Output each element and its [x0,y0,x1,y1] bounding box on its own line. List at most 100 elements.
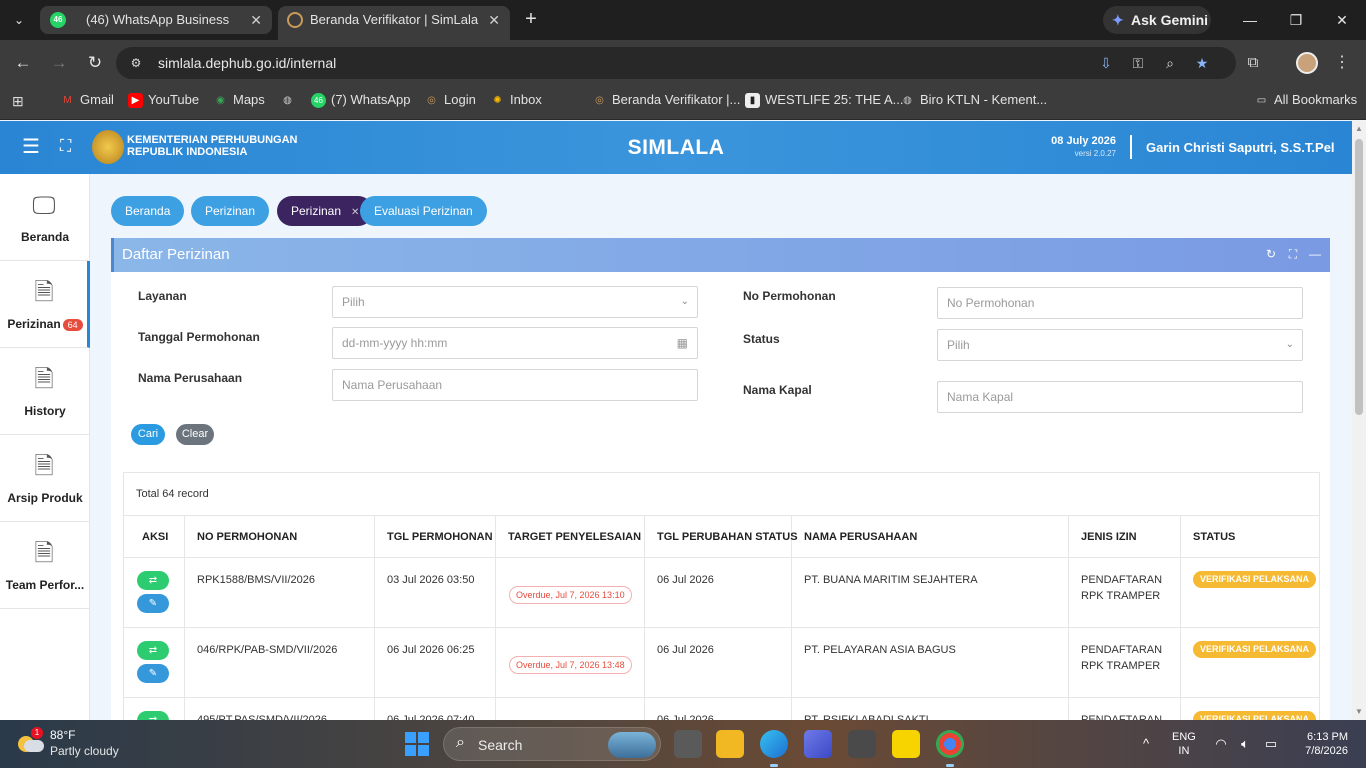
system-clock[interactable]: 6:13 PM 7/8/2026 [1290,730,1348,758]
bookmark-beranda-verifikator[interactable]: ◎ Beranda Verifikator |... [592,86,740,114]
col-tgl-perubahan-status[interactable]: TGL PERUBAHAN STATUS [645,516,798,558]
status-select[interactable]: Pilih ⌄ [937,329,1303,361]
bookmark-inbox[interactable]: ✺ Inbox [490,86,542,114]
edge-browser-icon[interactable] [760,730,788,758]
bookmark-gmail[interactable]: M Gmail [60,86,114,114]
apps-grid-icon[interactable]: ⊞ [12,93,28,109]
bookmark-login[interactable]: ◎ Login [424,86,476,114]
chrome-icon[interactable] [936,730,964,758]
breadcrumb-beranda[interactable]: Beranda [111,196,185,226]
minimize-window-icon[interactable]: — [1238,8,1262,32]
sidebar-item-team-performance[interactable]: 🗎 Team Perfor... [0,522,90,609]
address-url[interactable]: simlala.dephub.go.id/internal [158,47,336,79]
language-indicator[interactable]: ENG IN [1172,730,1196,758]
sidebar-item-beranda[interactable]: 🖵 Beranda [0,174,90,261]
col-status[interactable]: STATUS [1181,516,1319,558]
sticky-notes-icon[interactable] [892,730,920,758]
ask-gemini-button[interactable]: ✦ Ask Gemini [1103,6,1211,34]
collapse-minus-icon[interactable]: — [1308,247,1322,261]
scroll-down-arrow-icon[interactable]: ▼ [1354,707,1364,717]
edge-running-indicator [770,764,778,767]
tanggal-permohonan-input[interactable]: dd-mm-yyyy hh:mm ▦ [332,327,698,359]
edit-action-button[interactable]: ✎ [137,664,169,683]
swap-action-button[interactable]: ⇄ [137,641,169,660]
windows-start-icon[interactable] [405,732,429,756]
tab-whatsapp-business[interactable]: 46 (46) WhatsApp Business ✕ [40,6,272,34]
breadcrumb-perizinan[interactable]: Perizinan [191,196,270,226]
layanan-select[interactable]: Pilih ⌄ [332,286,698,318]
forward-arrow-icon[interactable]: → [46,50,72,76]
gemini-sparkle-icon: ✦ [1112,12,1124,28]
wifi-icon[interactable]: ◠ [1212,720,1230,768]
col-aksi: AKSI [124,516,185,558]
taskbar-search[interactable]: ⌕ Search [443,727,661,761]
refresh-icon[interactable]: ↻ [1264,247,1278,261]
col-no-permohonan[interactable]: NO PERMOHONAN [185,516,375,558]
clear-button[interactable]: Clear [176,424,214,445]
extensions-puzzle-icon[interactable]: ⧉ [1242,52,1264,74]
cell-tgl-perubahan: 06 Jul 2026 [645,628,792,698]
no-permohonan-input[interactable]: No Permohonan [937,287,1303,319]
camera-icon[interactable] [848,730,876,758]
site-info-icon[interactable]: ⚙ [128,55,144,71]
col-jenis-izin[interactable]: JENIS IZIN [1069,516,1181,558]
back-arrow-icon[interactable]: ← [10,50,36,76]
bookmark-globe[interactable]: ◍ [280,86,300,114]
tab-search-chevron-icon[interactable]: ⌄ [8,9,30,31]
bookmark-maps[interactable]: ◉ Maps [213,86,265,114]
restore-window-icon[interactable]: ❐ [1284,8,1308,32]
sidebar-item-history[interactable]: 🗎 History [0,348,90,435]
document-icon: 🗎 [34,453,54,480]
bookmark-biro-ktln[interactable]: ◍ Biro KTLN - Kement... [900,86,1047,114]
task-view-icon[interactable] [674,730,702,758]
close-tab-icon[interactable]: ✕ [250,6,262,34]
weather-description[interactable]: Partly cloudy [50,744,119,758]
browser-tabstrip: ⌄ 46 (46) WhatsApp Business ✕ Beranda Ve… [0,0,1366,40]
calendar-icon[interactable]: ▦ [677,328,688,358]
cell-no-permohonan: RPK1588/BMS/VII/2026 [185,558,375,628]
expand-icon[interactable]: ⛶ [1286,247,1300,261]
browser-menu-icon[interactable]: ⋮ [1334,52,1350,74]
tab-simlala[interactable]: Beranda Verifikator | SimLala ✕ [278,6,510,40]
table-row: ⇄ ✎ 046/RPK/PAB-SMD/VII/2026 06 Jul 2026… [124,628,1319,698]
fullscreen-icon[interactable]: ⛶ [60,137,80,157]
bookmark-youtube[interactable]: ▶ YouTube [128,86,199,114]
scroll-up-arrow-icon[interactable]: ▲ [1354,124,1364,134]
nama-kapal-input[interactable]: Nama Kapal [937,381,1303,413]
install-app-icon[interactable]: ⇩ [1096,53,1116,73]
close-tab-icon[interactable]: ✕ [488,6,500,34]
sidebar-item-perizinan[interactable]: 🗎 Perizinan 64 [0,261,90,348]
battery-icon[interactable]: ▭ [1260,720,1282,768]
cari-button[interactable]: Cari [131,424,165,445]
swap-action-button[interactable]: ⇄ [137,571,169,590]
bookmark-whatsapp[interactable]: 46 (7) WhatsApp [311,86,410,114]
nama-perusahaan-input[interactable]: Nama Perusahaan [332,369,698,401]
breadcrumb-evaluasi-perizinan[interactable]: Evaluasi Perizinan [360,196,487,226]
col-tgl-permohonan[interactable]: TGL PERMOHONAN [375,516,496,558]
close-window-icon[interactable]: ✕ [1330,8,1354,32]
copilot-icon[interactable] [804,730,832,758]
new-tab-plus-icon[interactable]: + [520,9,542,31]
user-name[interactable]: Garin Christi Saputri, S.S.T.Pel [1146,121,1335,174]
volume-icon[interactable]: 🔈︎ [1236,720,1254,768]
file-explorer-icon[interactable] [716,730,744,758]
weather-temperature[interactable]: 88°F [50,728,75,742]
address-bar[interactable]: ⚙ simlala.dephub.go.id/internal ⇩ ⚿ ⌕ ★ [116,47,1236,79]
col-nama-perusahaan[interactable]: NAMA PERUSAHAAN [792,516,1069,558]
bookmark-westlife[interactable]: ▮ WESTLIFE 25: THE A... [745,86,903,114]
hamburger-menu-icon[interactable]: ☰ [22,137,42,157]
sidebar-item-arsip-produk[interactable]: 🗎 Arsip Produk [0,435,90,522]
col-target-penyelesaian[interactable]: TARGET PENYELESAIAN [496,516,645,558]
show-hidden-icons-chevron[interactable]: ^ [1138,720,1154,768]
reload-icon[interactable]: ↻ [82,50,108,76]
breadcrumb-perizinan-active[interactable]: Perizinan ✕ [277,196,374,226]
password-key-icon[interactable]: ⚿ [1128,53,1148,73]
close-crumb-icon[interactable]: ✕ [351,207,359,218]
all-bookmarks[interactable]: ▭ All Bookmarks [1254,86,1357,114]
page-scrollbar[interactable]: ▲ ▼ [1352,121,1366,720]
scrollbar-thumb[interactable] [1355,139,1363,415]
edit-action-button[interactable]: ✎ [137,594,169,613]
bookmark-star-icon[interactable]: ★ [1192,53,1212,73]
profile-avatar-icon[interactable] [1296,52,1318,74]
zoom-icon[interactable]: ⌕ [1160,53,1180,73]
